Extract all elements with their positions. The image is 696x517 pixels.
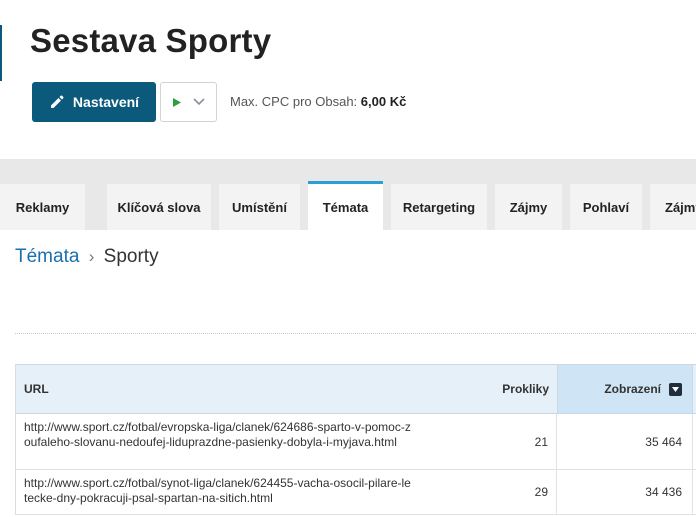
table-row: http://www.sport.cz/fotbal/evropska-liga… bbox=[16, 414, 696, 470]
max-cpc-info: Max. CPC pro Obsah: 6,00 Kč bbox=[230, 94, 406, 109]
table-row: http://www.sport.cz/fotbal/synot-liga/cl… bbox=[16, 470, 696, 515]
tab-klicova-slova[interactable]: Klíčová slova bbox=[107, 184, 211, 230]
page-title: Sestava Sporty bbox=[30, 22, 272, 59]
settings-button-label: Nastavení bbox=[72, 94, 140, 110]
cell-zobrazeni: 35 464 bbox=[557, 414, 693, 469]
sort-desc-icon[interactable] bbox=[669, 382, 682, 396]
dotted-divider bbox=[15, 333, 696, 334]
tab-temata[interactable]: Témata bbox=[308, 181, 383, 230]
table-header: URL Prokliky Zobrazení bbox=[16, 364, 696, 414]
cell-url: http://www.sport.cz/fotbal/synot-liga/cl… bbox=[24, 476, 411, 505]
cell-zobrazeni: 34 436 bbox=[557, 470, 693, 514]
breadcrumb-current: Sporty bbox=[103, 246, 159, 267]
chevron-down-icon bbox=[192, 98, 205, 106]
breadcrumb-separator: › bbox=[88, 247, 95, 266]
data-table: URL Prokliky Zobrazení http://www.sport.… bbox=[15, 364, 696, 515]
pencil-icon bbox=[50, 95, 64, 108]
breadcrumb-link-temata[interactable]: Témata bbox=[15, 246, 79, 267]
settings-button[interactable]: Nastavení bbox=[32, 82, 156, 122]
play-dropdown-button[interactable] bbox=[160, 82, 217, 122]
tab-umisteni[interactable]: Umístění bbox=[219, 184, 300, 230]
max-cpc-label: Max. CPC pro Obsah: bbox=[230, 94, 358, 109]
breadcrumb: Témata › Sporty bbox=[15, 246, 159, 268]
column-header-zobrazeni-label: Zobrazení bbox=[604, 382, 661, 396]
cell-prokliky: 29 bbox=[416, 470, 557, 514]
tab-zajmy[interactable]: Zájmy bbox=[495, 184, 562, 230]
max-cpc-value: 6,00 Kč bbox=[360, 94, 407, 109]
cell-prokliky: 21 bbox=[416, 414, 557, 469]
tab-reklamy[interactable]: Reklamy bbox=[0, 184, 85, 230]
column-header-zobrazeni[interactable]: Zobrazení bbox=[557, 365, 693, 413]
left-accent-bar bbox=[0, 25, 2, 81]
play-icon bbox=[172, 97, 181, 107]
tab-bar: Reklamy Klíčová slova Umístění Témata Re… bbox=[0, 159, 696, 230]
tab-pohlavi[interactable]: Pohlaví bbox=[570, 184, 642, 230]
tab-retargeting[interactable]: Retargeting bbox=[391, 184, 487, 230]
tab-zajmy-2[interactable]: Zájmy bbox=[650, 184, 696, 230]
column-header-url: URL bbox=[24, 382, 49, 396]
column-header-prokliky[interactable]: Prokliky bbox=[416, 365, 557, 413]
cell-url: http://www.sport.cz/fotbal/evropska-liga… bbox=[24, 420, 411, 449]
